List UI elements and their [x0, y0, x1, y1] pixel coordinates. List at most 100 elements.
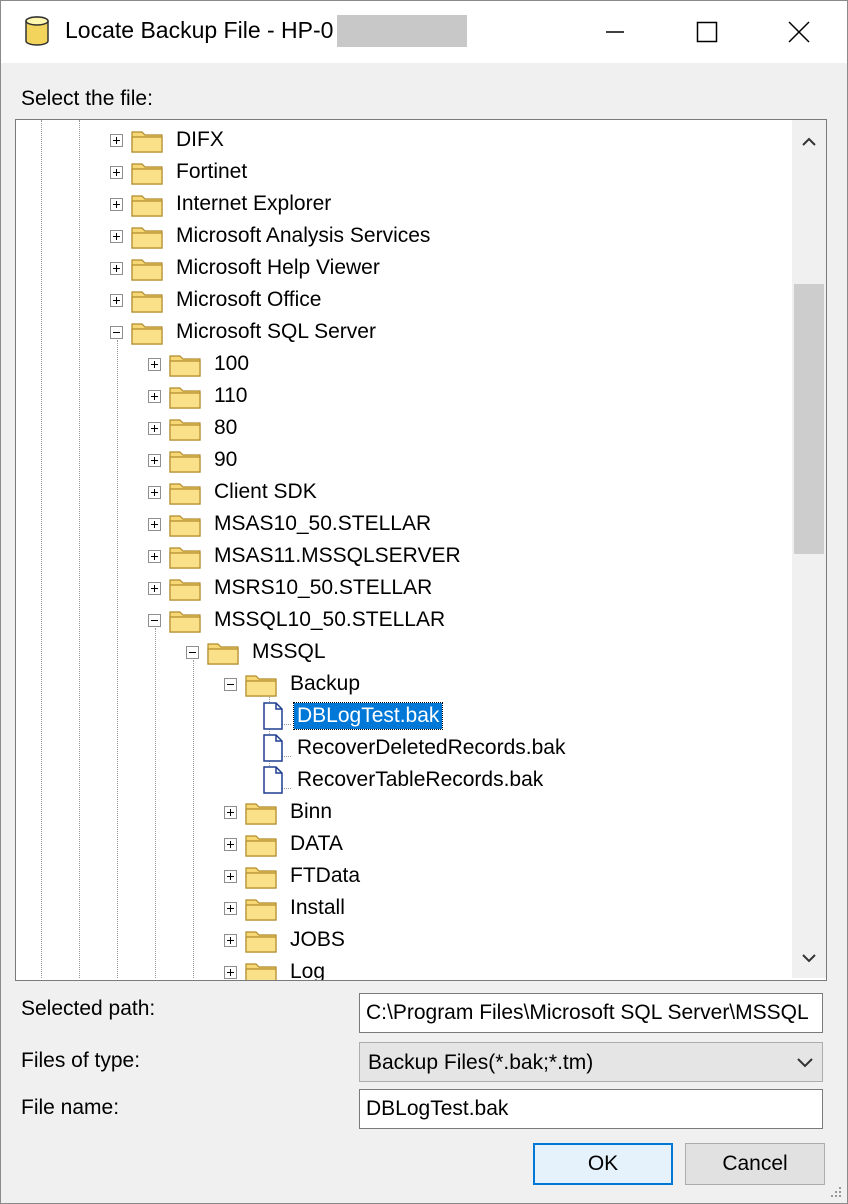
tree-folder-item[interactable]: 90 — [148, 444, 240, 476]
database-icon — [25, 16, 49, 46]
tree-item-label: Microsoft SQL Server — [176, 320, 376, 343]
folder-icon — [169, 387, 201, 409]
tree-item-label: Fortinet — [176, 160, 248, 183]
chevron-up-icon — [802, 137, 816, 146]
tree-item-label: MSSQL10_50.STELLAR — [214, 608, 446, 631]
folder-icon — [169, 515, 201, 537]
tree-item-label: MSSQL — [252, 640, 326, 663]
expand-toggle[interactable] — [224, 965, 237, 979]
collapse-toggle[interactable] — [224, 677, 237, 691]
tree-guide-line — [117, 340, 118, 978]
folder-icon — [169, 419, 201, 441]
expand-toggle[interactable] — [110, 197, 123, 211]
tree-item-label: Backup — [290, 672, 361, 695]
vertical-scrollbar[interactable] — [792, 120, 826, 978]
close-button[interactable] — [753, 1, 845, 63]
redacted-hostname — [337, 15, 467, 47]
collapse-toggle[interactable] — [148, 613, 161, 627]
collapse-toggle[interactable] — [186, 645, 199, 659]
files-of-type-value: Backup Files(*.bak;*.tm) — [368, 1051, 594, 1074]
file-icon — [263, 702, 283, 730]
expand-toggle[interactable] — [110, 261, 123, 275]
expand-toggle[interactable] — [110, 229, 123, 243]
tree-item-label: RecoverDeletedRecords.bak — [297, 736, 566, 759]
tree-folder-item[interactable]: Microsoft Analysis Services — [110, 220, 433, 252]
tree-file-item[interactable]: RecoverDeletedRecords.bak — [262, 732, 568, 764]
folder-icon — [245, 675, 277, 697]
tree-folder-item[interactable]: MSRS10_50.STELLAR — [148, 572, 435, 604]
scrollbar-thumb[interactable] — [794, 284, 824, 554]
locate-backup-file-dialog: Locate Backup File - HP-0 Select the fil… — [0, 0, 848, 1204]
files-of-type-select[interactable]: Backup Files(*.bak;*.tm) — [359, 1042, 823, 1082]
expand-toggle[interactable] — [148, 453, 161, 467]
tree-folder-item[interactable]: Log — [224, 956, 328, 980]
tree-item-label: MSRS10_50.STELLAR — [214, 576, 433, 599]
maximize-button[interactable] — [661, 1, 753, 63]
files-of-type-label: Files of type: — [21, 1049, 141, 1072]
tree-file-item[interactable]: DBLogTest.bak — [262, 700, 444, 732]
tree-item-label: MSAS10_50.STELLAR — [214, 512, 432, 535]
expand-toggle[interactable] — [110, 293, 123, 307]
expand-toggle[interactable] — [148, 549, 161, 563]
tree-folder-item[interactable]: 110 — [148, 380, 250, 412]
chevron-down-icon — [802, 954, 816, 963]
scroll-down-button[interactable] — [792, 942, 826, 976]
minimize-button[interactable] — [569, 1, 661, 63]
expand-toggle[interactable] — [148, 357, 161, 371]
tree-folder-item[interactable]: JOBS — [224, 924, 348, 956]
window-title: Locate Backup File - HP-0 — [65, 17, 334, 43]
folder-icon — [169, 355, 201, 377]
expand-toggle[interactable] — [224, 933, 237, 947]
expand-toggle[interactable] — [224, 805, 237, 819]
title-bar[interactable]: Locate Backup File - HP-0 — [1, 1, 847, 63]
scroll-up-button[interactable] — [792, 124, 826, 158]
maximize-icon — [696, 21, 718, 43]
tree-folder-item[interactable]: 100 — [148, 348, 252, 380]
tree-item-label: RecoverTableRecords.bak — [297, 768, 544, 791]
expand-toggle[interactable] — [110, 133, 123, 147]
folder-icon — [245, 835, 277, 857]
folder-icon — [245, 867, 277, 889]
tree-folder-item[interactable]: DIFX — [110, 124, 227, 156]
tree-folder-item[interactable]: Fortinet — [110, 156, 250, 188]
expand-toggle[interactable] — [148, 581, 161, 595]
tree-file-item[interactable]: RecoverTableRecords.bak — [262, 764, 546, 796]
cancel-button[interactable]: Cancel — [685, 1143, 825, 1185]
folder-icon — [131, 323, 163, 345]
tree-folder-item[interactable]: Internet Explorer — [110, 188, 334, 220]
expand-toggle[interactable] — [224, 869, 237, 883]
tree-folder-item[interactable]: Install — [224, 892, 348, 924]
selected-path-field[interactable]: C:\Program Files\Microsoft SQL Server\MS… — [359, 993, 823, 1033]
tree-folder-item[interactable]: Microsoft Office — [110, 284, 324, 316]
expand-toggle[interactable] — [224, 901, 237, 915]
tree-folder-item[interactable]: FTData — [224, 860, 363, 892]
collapse-toggle[interactable] — [110, 325, 123, 339]
tree-folder-item[interactable]: Client SDK — [148, 476, 320, 508]
resize-grip-icon[interactable] — [829, 1185, 843, 1199]
tree-folder-item[interactable]: Microsoft Help Viewer — [110, 252, 383, 284]
tree-folder-item[interactable]: DATA — [224, 828, 346, 860]
tree-folder-item[interactable]: Backup — [224, 668, 363, 700]
tree-folder-item[interactable]: 80 — [148, 412, 240, 444]
expand-toggle[interactable] — [148, 421, 161, 435]
tree-folder-item[interactable]: MSSQL — [186, 636, 329, 668]
tree-folder-item[interactable]: Binn — [224, 796, 335, 828]
ok-button[interactable]: OK — [533, 1143, 673, 1185]
tree-item-label: 80 — [214, 416, 238, 439]
tree-item-label: 100 — [214, 352, 250, 375]
expand-toggle[interactable] — [148, 389, 161, 403]
tree-folder-item[interactable]: MSAS10_50.STELLAR — [148, 508, 434, 540]
expand-toggle[interactable] — [110, 165, 123, 179]
tree-folder-item[interactable]: MSSQL10_50.STELLAR — [148, 604, 448, 636]
tree-item-label: FTData — [290, 864, 361, 887]
expand-toggle[interactable] — [224, 837, 237, 851]
file-name-field[interactable]: DBLogTest.bak — [359, 1089, 823, 1129]
tree-folder-item[interactable]: Microsoft SQL Server — [110, 316, 379, 348]
folder-icon — [131, 291, 163, 313]
folder-tree[interactable]: DIFX Fortinet Internet Explorer Microsoft A… — [15, 119, 827, 981]
expand-toggle[interactable] — [148, 485, 161, 499]
expand-toggle[interactable] — [148, 517, 161, 531]
folder-icon — [245, 963, 277, 980]
tree-folder-item[interactable]: MSAS11.MSSQLSERVER — [148, 540, 464, 572]
tree-item-label: Microsoft Analysis Services — [176, 224, 431, 247]
